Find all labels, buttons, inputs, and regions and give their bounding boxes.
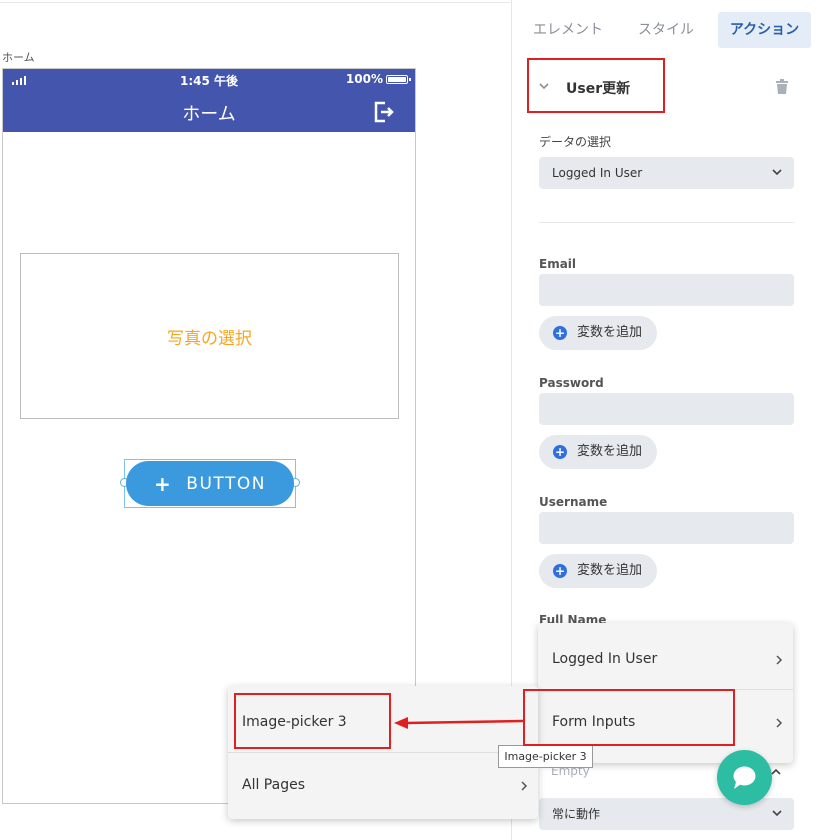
divider [539, 222, 794, 223]
chevron-up-icon[interactable] [771, 768, 781, 776]
add-variable-button[interactable]: + 変数を追加 [539, 316, 657, 350]
trash-icon[interactable] [775, 79, 789, 95]
plus-circle-icon: + [553, 445, 567, 459]
plus-icon: + [154, 471, 173, 496]
tab-element[interactable]: エレメント [524, 12, 612, 48]
image-picker-label: 写真の選択 [167, 328, 252, 349]
canvas-top-border [0, 2, 510, 3]
run-condition-select[interactable]: 常に動作 [539, 798, 794, 830]
image-picker[interactable]: 写真の選択 [20, 253, 399, 419]
tab-action[interactable]: アクション [718, 12, 811, 48]
chevron-down-icon [772, 169, 782, 176]
add-variable-label: 変数を追加 [577, 444, 643, 459]
plus-circle-icon: + [553, 564, 567, 578]
menu-item-logged-in-user[interactable]: Logged In User [538, 627, 793, 691]
battery-percent: 100% [345, 72, 383, 86]
logout-icon[interactable] [371, 100, 395, 124]
highlight-box-form-inputs [523, 689, 735, 746]
chat-button[interactable] [717, 750, 772, 805]
plus-button[interactable]: + BUTTON [126, 461, 294, 506]
menu-item-label: All Pages [242, 777, 305, 793]
button-label: BUTTON [186, 473, 266, 494]
add-variable-label: 変数を追加 [577, 325, 643, 340]
chevron-right-icon [521, 781, 528, 791]
menu-item-all-pages[interactable]: All Pages [228, 753, 538, 817]
screen-label: ホーム [2, 51, 35, 64]
plus-circle-icon: + [553, 326, 567, 340]
chevron-right-icon [776, 655, 783, 665]
field-label-email: Email [539, 257, 577, 271]
add-variable-label: 変数を追加 [577, 563, 643, 578]
highlight-box-image-picker [234, 693, 391, 749]
data-select-value: Logged In User [552, 166, 643, 180]
email-field[interactable] [539, 274, 794, 306]
battery-icon [386, 75, 411, 84]
run-condition-value: 常に動作 [552, 807, 601, 821]
chevron-right-icon [776, 718, 783, 728]
chat-bubble-icon [733, 766, 756, 789]
annotation-arrow [394, 717, 524, 729]
tab-style[interactable]: スタイル [624, 12, 708, 48]
password-field[interactable] [539, 393, 794, 425]
add-variable-button[interactable]: + 変数を追加 [539, 435, 657, 469]
field-label-password: Password [539, 376, 604, 390]
add-variable-button[interactable]: + 変数を追加 [539, 554, 657, 588]
username-field[interactable] [539, 512, 794, 544]
tooltip: Image-picker 3 [498, 745, 593, 768]
data-select-label: データの選択 [539, 135, 612, 149]
data-select[interactable]: Logged In User [539, 157, 794, 189]
app-header[interactable]: ホーム [3, 91, 415, 132]
app-header-title: ホーム [182, 104, 236, 125]
field-label-username: Username [539, 495, 608, 509]
chevron-down-icon [772, 810, 782, 817]
button-selection-frame[interactable]: + BUTTON [120, 459, 300, 508]
highlight-box-action-title [527, 58, 665, 113]
status-bar: 1:45 午後 100% [3, 69, 415, 91]
menu-item-label: Logged In User [552, 651, 658, 667]
